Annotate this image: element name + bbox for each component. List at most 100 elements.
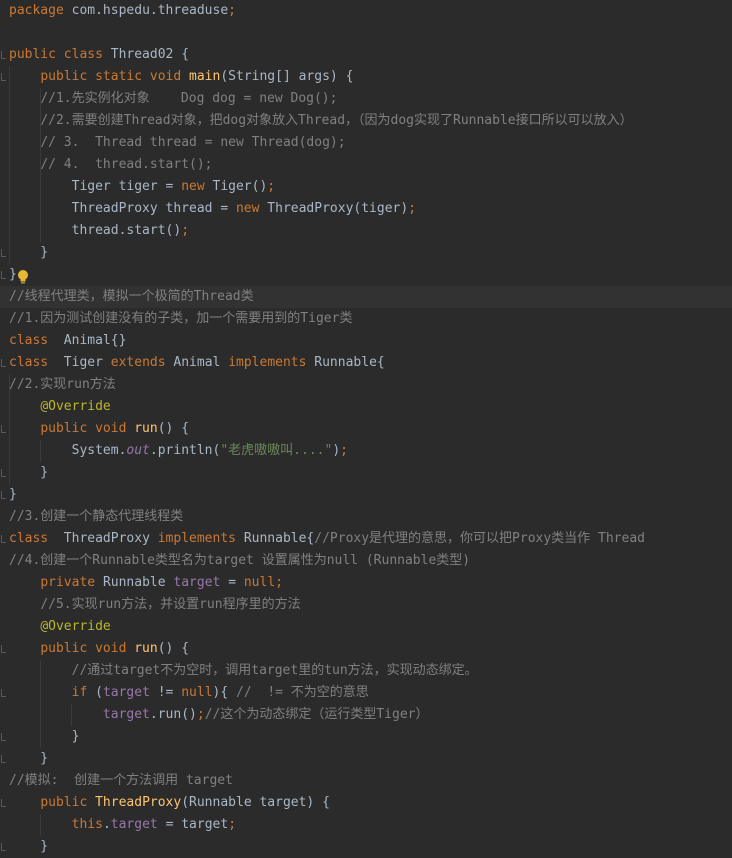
fold-marker-icon[interactable] xyxy=(1,843,6,851)
code-line[interactable]: //5.实现run方法，并设置run程序里的方法 xyxy=(0,594,732,616)
fold-marker-icon[interactable] xyxy=(1,359,6,367)
code-line[interactable]: //线程代理类，模拟一个极简的Thread类 xyxy=(0,286,732,308)
lightbulb-icon[interactable] xyxy=(17,269,29,285)
code-line-text: public ThreadProxy(Runnable target) { xyxy=(9,792,330,814)
code-line-text: } xyxy=(9,836,48,858)
code-token: } xyxy=(9,751,49,766)
fold-marker-icon[interactable] xyxy=(1,755,6,763)
code-line[interactable]: //通过target不为空时，调用target里的tun方法，实现动态绑定。 xyxy=(0,660,732,682)
code-line[interactable]: //3.创建一个静态代理线程类 xyxy=(0,506,732,528)
code-line[interactable] xyxy=(0,22,732,44)
code-line-text: this.target = target; xyxy=(9,814,236,836)
code-line[interactable]: class Tiger extends Animal implements Ru… xyxy=(0,352,732,374)
code-line-text: //模拟: 创建一个方法调用 target xyxy=(9,770,233,792)
code-line[interactable]: target.run();//这个为动态绑定（运行类型Tiger） xyxy=(0,704,732,726)
code-line[interactable]: } xyxy=(0,264,732,286)
code-line-text: Tiger tiger = new Tiger(); xyxy=(9,176,276,198)
code-token: Tiger() xyxy=(212,179,268,194)
fold-marker-icon[interactable] xyxy=(1,425,6,433)
code-token: package xyxy=(9,3,72,18)
code-token: extends xyxy=(110,355,174,370)
code-line[interactable]: //1.因为测试创建没有的子类，加一个需要用到的Tiger类 xyxy=(0,308,732,330)
code-line-text: } xyxy=(9,748,48,770)
code-line[interactable]: public void run() { xyxy=(0,418,732,440)
code-line-text: class ThreadProxy implements Runnable{//… xyxy=(9,528,645,550)
fold-marker-icon[interactable] xyxy=(1,535,6,543)
code-line[interactable]: public ThreadProxy(Runnable target) { xyxy=(0,792,732,814)
code-token: run xyxy=(134,641,158,656)
code-line[interactable]: package com.hspedu.threaduse; xyxy=(0,0,732,22)
code-token: (Runnable target) { xyxy=(181,795,330,810)
code-token: //模拟: 创建一个方法调用 target xyxy=(9,773,233,788)
code-token: thread.start() xyxy=(9,223,182,238)
code-token: != xyxy=(157,685,182,700)
code-token: // 4. thread.start(); xyxy=(40,157,213,172)
code-line[interactable]: @Override xyxy=(0,396,732,418)
code-line[interactable]: } xyxy=(0,484,732,506)
code-token: = xyxy=(228,575,244,590)
fold-marker-icon[interactable] xyxy=(1,51,6,59)
code-token: public void xyxy=(40,421,135,436)
fold-marker-icon[interactable] xyxy=(1,469,6,477)
code-line[interactable]: } xyxy=(0,462,732,484)
code-token: ; xyxy=(196,707,205,722)
fold-marker-icon[interactable] xyxy=(1,733,6,741)
code-line[interactable]: public void run() { xyxy=(0,638,732,660)
code-line[interactable]: //2.实现run方法 xyxy=(0,374,732,396)
fold-marker-icon[interactable] xyxy=(1,799,6,807)
code-line[interactable]: } xyxy=(0,242,732,264)
code-token: implements xyxy=(228,355,315,370)
code-line[interactable]: @Override xyxy=(0,616,732,638)
code-line[interactable]: class Animal{} xyxy=(0,330,732,352)
fold-marker-icon[interactable] xyxy=(1,645,6,653)
code-token: // 3. Thread thread = new Thread(dog); xyxy=(40,135,346,150)
code-token: Animal xyxy=(173,355,229,370)
code-line-text: package com.hspedu.threaduse; xyxy=(9,0,236,22)
code-line[interactable]: public static void main(String[] args) { xyxy=(0,66,732,88)
fold-marker-icon[interactable] xyxy=(1,491,6,499)
code-line[interactable]: //4.创建一个Runnable类型名为target 设置属性为null (Ru… xyxy=(0,550,732,572)
code-token: if xyxy=(71,685,96,700)
code-token: null xyxy=(181,685,213,700)
code-token: () { xyxy=(157,421,190,436)
code-line[interactable]: //1.先实例化对象 Dog dog = new Dog(); xyxy=(0,88,732,110)
code-line[interactable]: public class Thread02 { xyxy=(0,44,732,66)
code-line-text: //2.需要创建Thread对象，把dog对象放入Thread，（因为dog实现… xyxy=(9,110,632,132)
code-line[interactable]: // 4. thread.start(); xyxy=(0,154,732,176)
code-line-text: } xyxy=(9,462,48,484)
code-line-text: class Animal{} xyxy=(9,330,126,352)
code-line[interactable]: } xyxy=(0,748,732,770)
code-line[interactable]: Tiger tiger = new Tiger(); xyxy=(0,176,732,198)
code-token: //1.先实例化对象 Dog dog = new Dog(); xyxy=(40,91,338,106)
code-line[interactable]: if (target != null){ // != 不为空的意思 xyxy=(0,682,732,704)
code-line[interactable]: this.target = target; xyxy=(0,814,732,836)
code-line[interactable]: } xyxy=(0,726,732,748)
fold-marker-icon[interactable] xyxy=(1,271,6,279)
fold-marker-icon[interactable] xyxy=(1,689,6,697)
code-token: Tiger tiger = xyxy=(9,179,182,194)
code-line[interactable]: } xyxy=(0,836,732,858)
code-line[interactable]: private Runnable target = null; xyxy=(0,572,732,594)
code-editor[interactable]: package com.hspedu.threaduse; public clas… xyxy=(0,0,732,854)
code-line[interactable]: //2.需要创建Thread对象，把dog对象放入Thread，（因为dog实现… xyxy=(0,110,732,132)
code-line[interactable]: System.out.println("老虎嗷嗷叫...."); xyxy=(0,440,732,462)
code-line[interactable]: // 3. Thread thread = new Thread(dog); xyxy=(0,132,732,154)
code-line[interactable]: //模拟: 创建一个方法调用 target xyxy=(0,770,732,792)
fold-marker-icon[interactable] xyxy=(1,249,6,257)
code-line[interactable]: class ThreadProxy implements Runnable{//… xyxy=(0,528,732,550)
code-line-text: //1.先实例化对象 Dog dog = new Dog(); xyxy=(9,88,337,110)
code-line[interactable]: ThreadProxy thread = new ThreadProxy(tig… xyxy=(0,198,732,220)
code-line-text: ThreadProxy thread = new ThreadProxy(tig… xyxy=(9,198,416,220)
code-token: .run() xyxy=(149,707,197,722)
code-line[interactable]: thread.start(); xyxy=(0,220,732,242)
code-token: public class xyxy=(9,47,111,62)
code-token: } xyxy=(9,245,49,260)
code-token: Animal{} xyxy=(63,333,127,348)
code-token: @Override xyxy=(40,619,111,634)
fold-marker-icon[interactable] xyxy=(1,73,6,81)
code-token: ThreadProxy(tiger) xyxy=(267,201,409,216)
